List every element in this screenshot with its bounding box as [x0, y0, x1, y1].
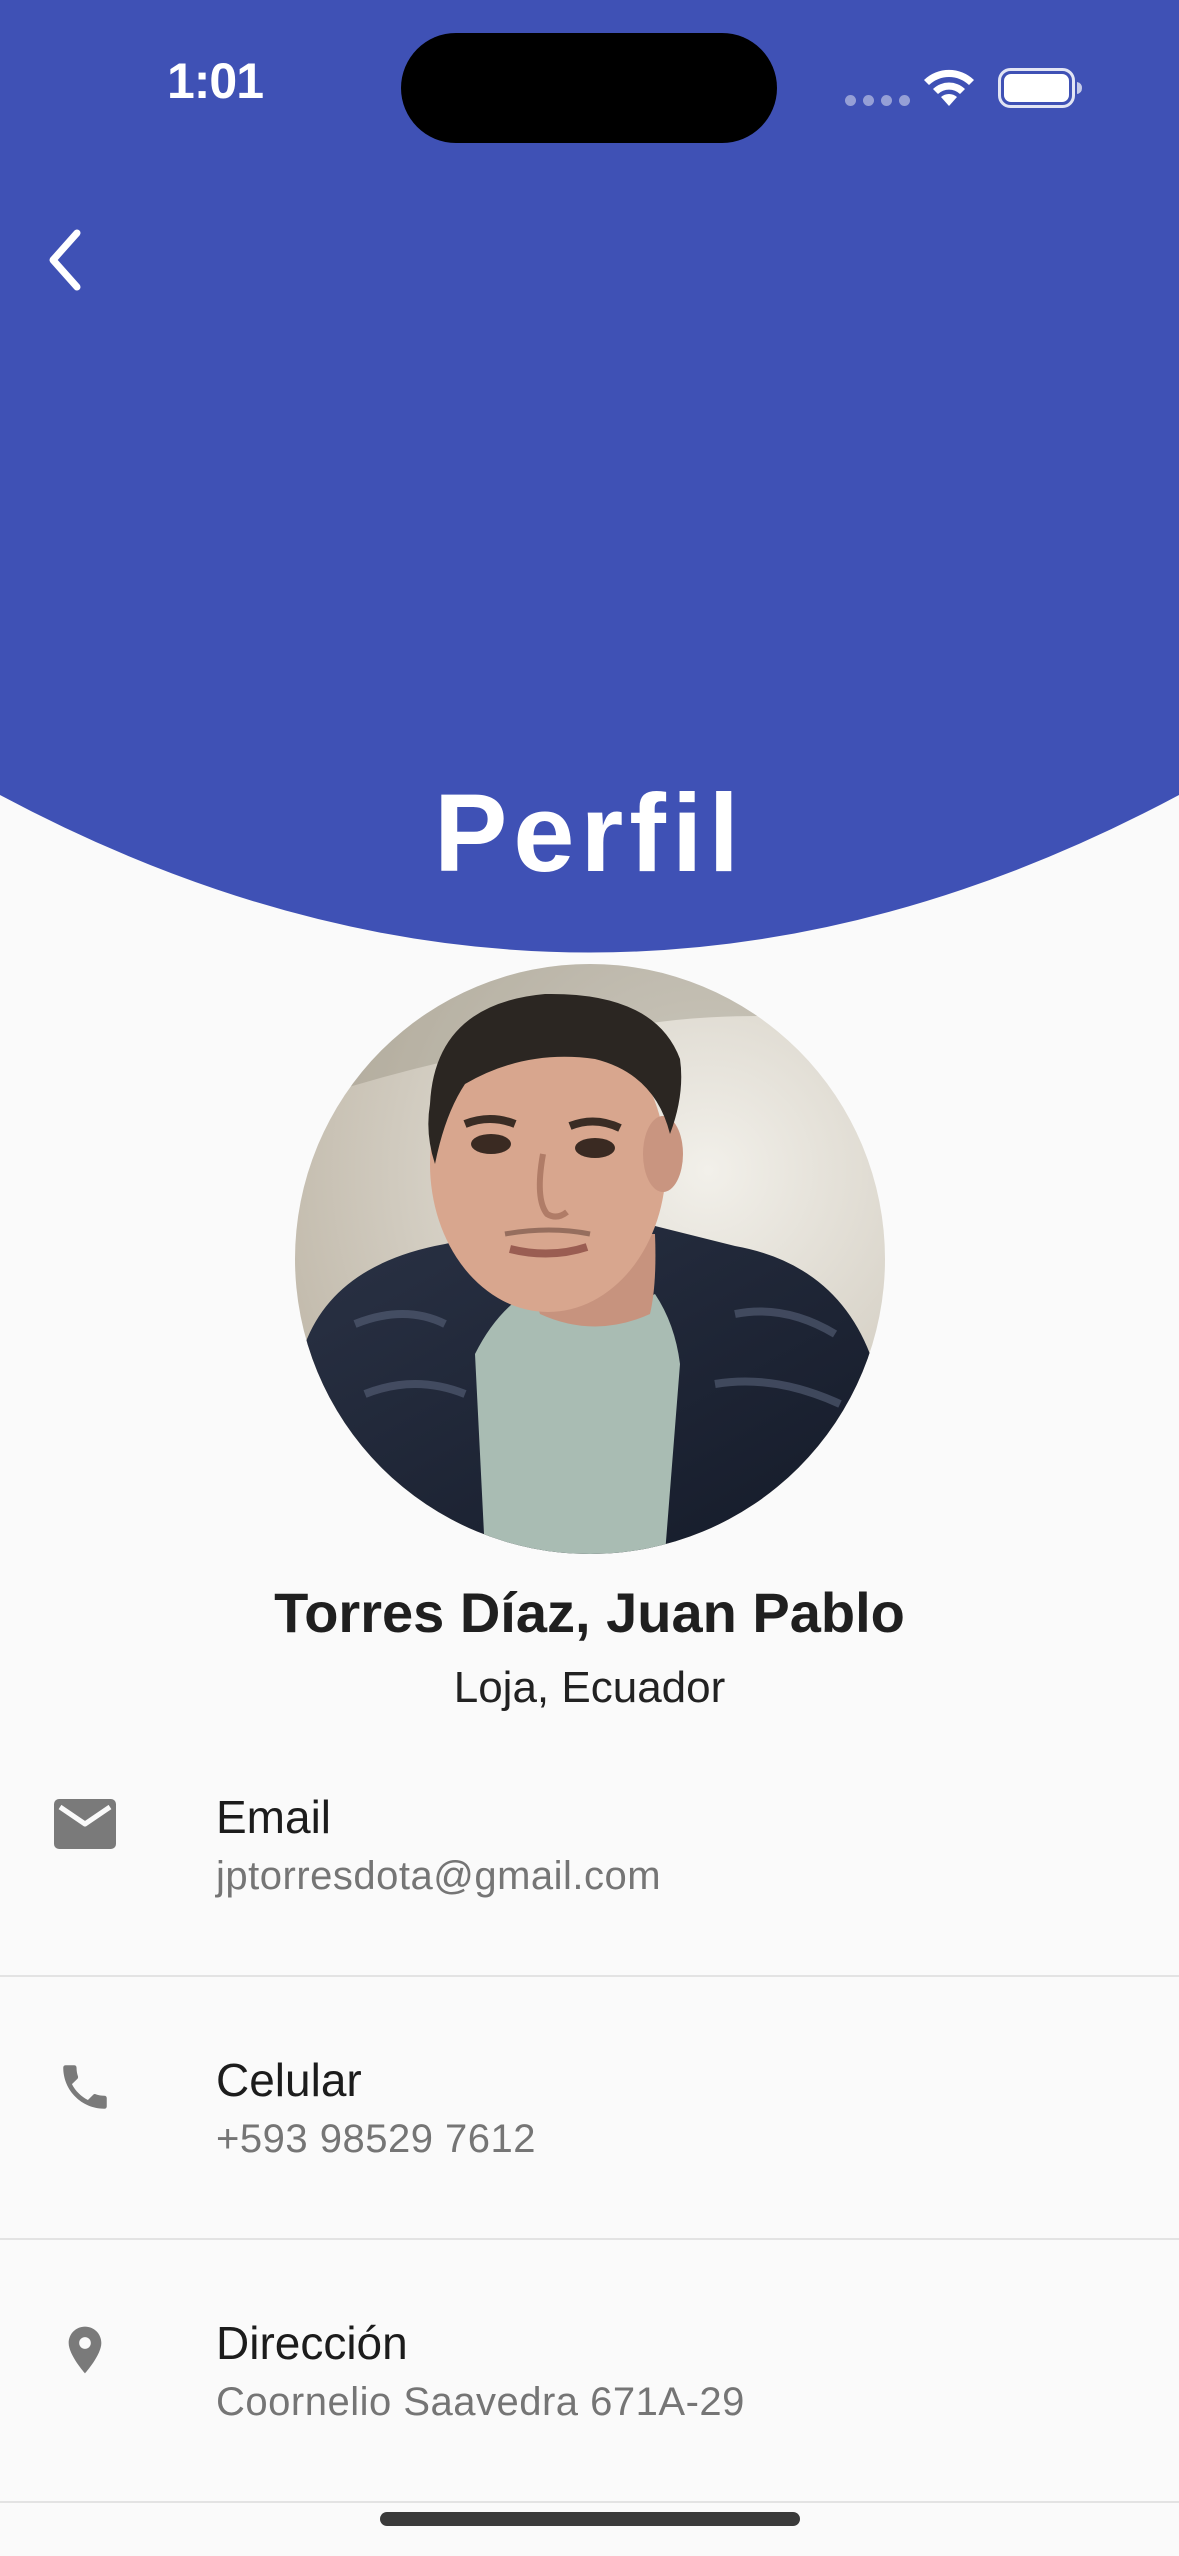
info-list: Email jptorresdota@gmail.com Celular +59…	[0, 1714, 1179, 2503]
info-value: jptorresdota@gmail.com	[216, 1854, 662, 1898]
info-label: Email	[216, 1791, 332, 1843]
profile-location: Loja, Ecuador	[453, 1663, 726, 1712]
chevron-left-icon	[49, 229, 81, 291]
wifi-icon	[924, 69, 974, 106]
avatar	[295, 964, 885, 1554]
location-pin-icon	[50, 2315, 120, 2385]
battery-icon	[998, 68, 1082, 108]
info-value: Coornelio Saavedra 671A-29	[216, 2380, 745, 2424]
info-value: +593 98529 7612	[216, 2117, 537, 2161]
home-indicator[interactable]	[380, 2512, 800, 2526]
list-item-email[interactable]: Email jptorresdota@gmail.com	[0, 1714, 1179, 1977]
info-label: Dirección	[216, 2317, 408, 2369]
status-time: 1:01	[166, 53, 264, 109]
info-label: Celular	[216, 2054, 362, 2106]
email-icon	[50, 1789, 120, 1859]
list-item-direccion[interactable]: Dirección Coornelio Saavedra 671A-29	[0, 2240, 1179, 2503]
status-bar: 1:01	[0, 0, 1179, 170]
cellular-signal-icon	[845, 95, 910, 106]
dynamic-island	[401, 33, 777, 143]
list-item-celular[interactable]: Celular +593 98529 7612	[0, 1977, 1179, 2240]
back-button[interactable]	[30, 215, 100, 305]
phone-icon	[50, 2052, 120, 2122]
page-title: Perfil	[433, 772, 746, 895]
profile-screen: 1:01 Perfil Torres Díaz, Juan Pablo Loja…	[0, 0, 1179, 2556]
profile-name: Torres Díaz, Juan Pablo	[274, 1581, 905, 1644]
